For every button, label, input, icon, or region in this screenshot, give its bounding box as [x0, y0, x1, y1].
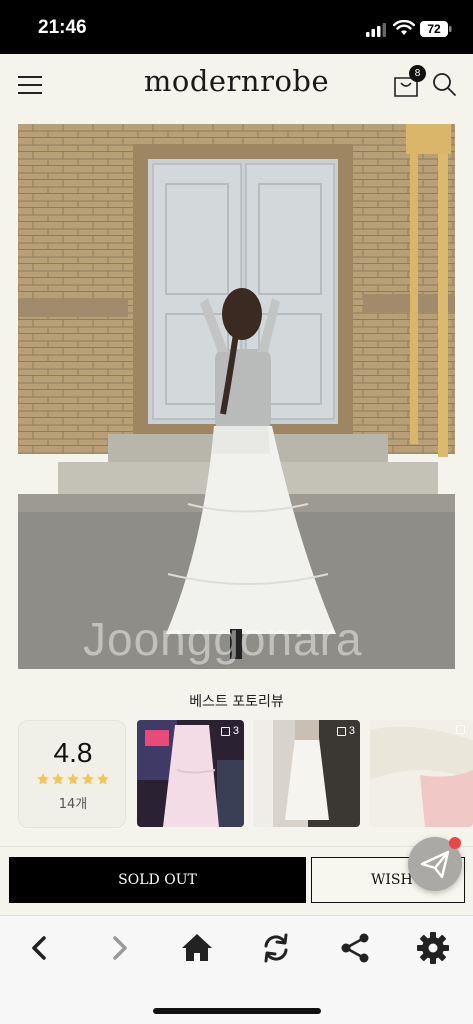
star-icon	[97, 773, 109, 785]
back-icon[interactable]	[22, 930, 58, 966]
photos-icon	[220, 726, 230, 736]
rating-summary-card[interactable]: 4.8 14개	[18, 720, 126, 828]
star-icon	[37, 773, 49, 785]
rating-value: 4.8	[53, 737, 93, 768]
photo-count: 3	[336, 725, 355, 737]
home-icon[interactable]	[179, 930, 215, 966]
best-photo-reviews-title: 베스트 포토리뷰	[189, 694, 284, 710]
photo-count: 3	[220, 725, 239, 737]
review-thumbnail[interactable]: 3	[253, 720, 360, 827]
forward-icon[interactable]	[101, 930, 137, 966]
star-icon	[82, 773, 94, 785]
status-time: 21:46	[38, 17, 87, 38]
photos-icon	[456, 725, 465, 734]
sold-out-button[interactable]: SOLD OUT	[9, 857, 306, 903]
rating-stars	[37, 773, 109, 785]
refresh-icon[interactable]	[258, 930, 294, 966]
battery-level: 72	[427, 22, 441, 36]
review-thumbnail[interactable]: 3	[137, 720, 244, 827]
notification-dot	[449, 837, 461, 849]
cart-count-badge: 8	[409, 65, 426, 82]
wifi-icon	[393, 20, 415, 35]
brand-logo[interactable]: modernrobe	[130, 64, 343, 98]
review-count: 14개	[58, 797, 88, 812]
home-indicator[interactable]	[153, 1008, 321, 1014]
watermark-text: Joonggonara	[83, 613, 363, 665]
search-icon[interactable]	[431, 71, 457, 97]
share-icon[interactable]	[337, 930, 373, 966]
photo-count	[456, 725, 468, 734]
review-thumbnail[interactable]	[370, 720, 473, 827]
photos-icon	[336, 726, 346, 736]
settings-icon[interactable]	[415, 930, 451, 966]
signal-icon	[366, 23, 386, 37]
product-photo	[18, 124, 455, 669]
product-image[interactable]: Joonggonara	[18, 124, 455, 669]
hamburger-menu-icon[interactable]	[18, 76, 42, 96]
star-icon	[67, 773, 79, 785]
status-bar: 21:46 72	[0, 0, 473, 54]
star-icon	[52, 773, 64, 785]
